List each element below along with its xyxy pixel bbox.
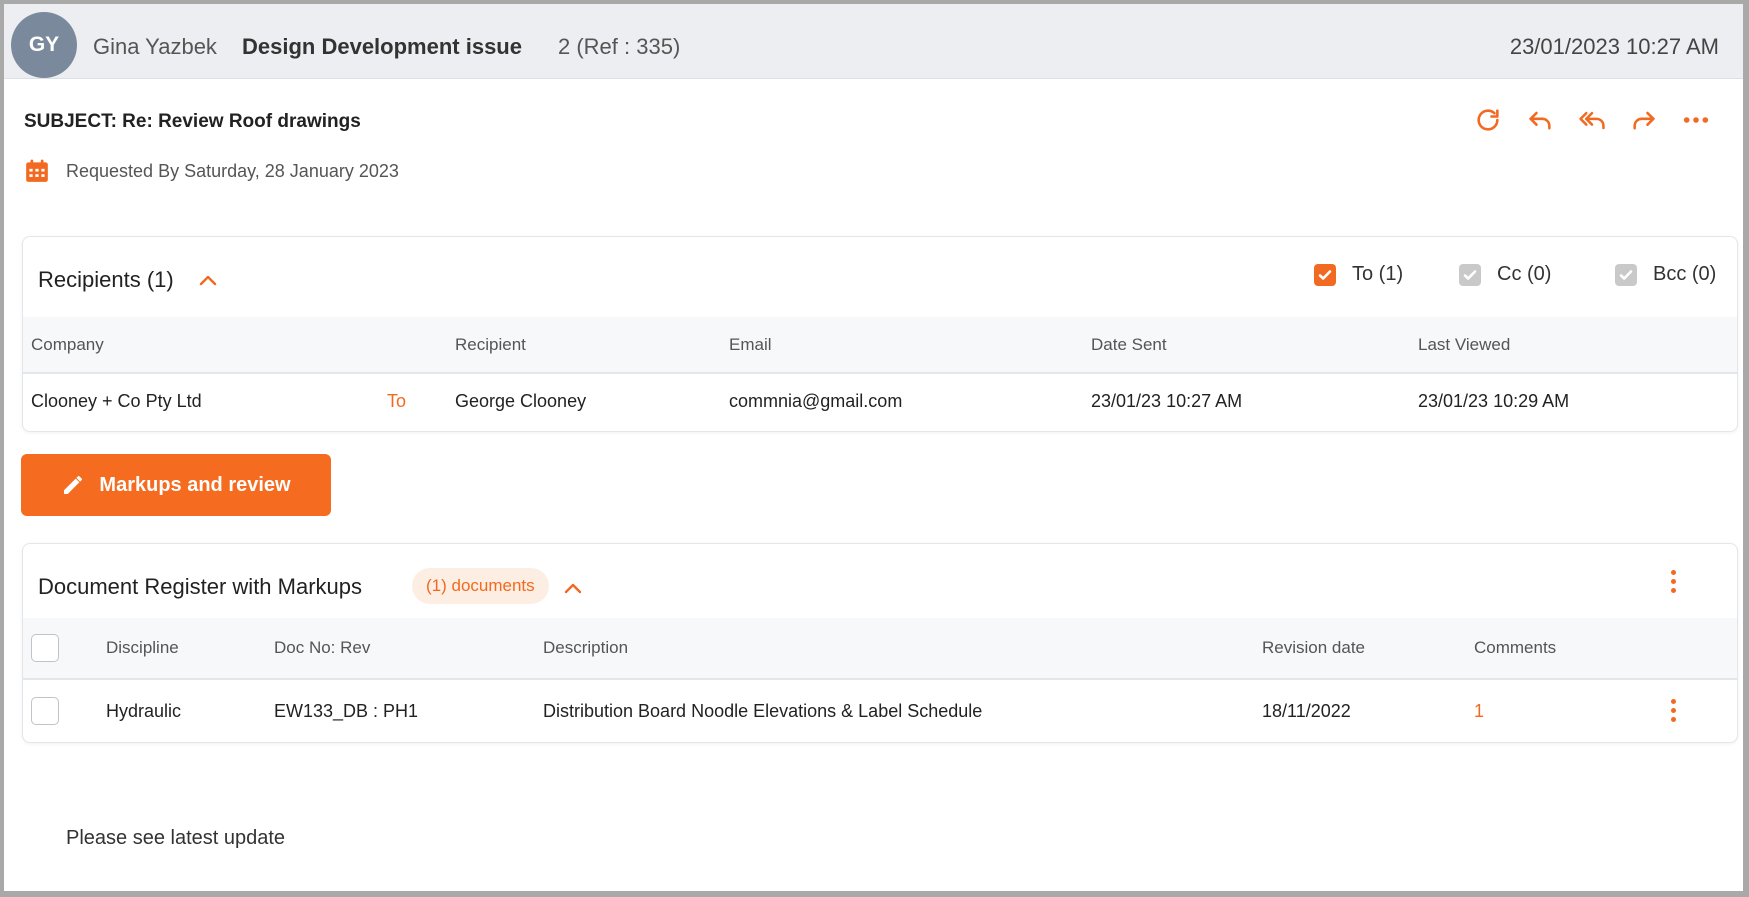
col-discipline[interactable]: Discipline [106, 638, 179, 658]
cc-checkbox[interactable] [1459, 263, 1481, 286]
calendar-icon [26, 159, 48, 182]
more-icon[interactable] [1680, 104, 1712, 136]
recipients-title: Recipients (1) [38, 267, 174, 292]
to-checkbox[interactable] [1314, 263, 1336, 286]
recipient-last-viewed: 23/01/23 10:29 AM [1418, 391, 1570, 411]
message-body: Please see latest update [66, 827, 286, 849]
chevron-up-icon[interactable] [563, 581, 583, 595]
doc-revision-date: 18/11/2022 [1262, 701, 1351, 721]
doc-description: Distribution Board Noodle Elevations & L… [543, 701, 983, 721]
col-revision-date[interactable]: Revision date [1262, 638, 1365, 658]
message-datetime: 23/01/2023 10:27 AM [1509, 34, 1719, 59]
markups-review-button[interactable]: Markups and review [21, 454, 331, 516]
markups-review-label: Markups and review [99, 473, 291, 496]
thread-ref: 2 (Ref : 335) [558, 34, 681, 59]
refresh-icon[interactable] [1472, 104, 1504, 136]
thread-title: Design Development issue [242, 34, 522, 59]
col-last-viewed[interactable]: Last Viewed [1418, 335, 1510, 355]
row-checkbox[interactable] [31, 697, 59, 725]
document-register-menu-icon[interactable] [1669, 570, 1677, 593]
document-register-title: Document Register with Markups [38, 574, 363, 599]
recipient-type-tag: To [387, 391, 407, 411]
doc-comments-count[interactable]: 1 [1474, 701, 1484, 722]
message-header: GY Gina Yazbek Design Development issue … [4, 4, 1743, 79]
filter-cc[interactable]: Cc (0) [1459, 263, 1551, 286]
documents-table-header: Discipline Doc No: Rev Description Revis… [23, 618, 1737, 680]
col-doc-no-rev[interactable]: Doc No: Rev [274, 638, 370, 658]
message-subject: SUBJECT: Re: Review Roof drawings [24, 111, 361, 132]
recipient-company: Clooney + Co Pty Ltd [31, 391, 202, 411]
document-register-panel: Document Register with Markups (1) docum… [22, 543, 1738, 743]
col-company[interactable]: Company [31, 335, 104, 355]
requested-by: Requested By Saturday, 28 January 2023 [24, 158, 399, 184]
forward-icon[interactable] [1628, 104, 1660, 136]
cc-filter-label: Cc (0) [1497, 263, 1552, 285]
doc-discipline: Hydraulic [106, 701, 182, 721]
reply-icon[interactable] [1524, 104, 1556, 136]
filter-bcc[interactable]: Bcc (0) [1615, 263, 1716, 286]
reply-all-icon[interactable] [1576, 104, 1608, 136]
pencil-icon [64, 476, 83, 494]
recipient-email[interactable]: commnia@gmail.com [729, 391, 902, 412]
bcc-checkbox[interactable] [1615, 263, 1637, 286]
documents-count-badge: (1) documents [412, 568, 549, 604]
requested-by-text: Requested By Saturday, 28 January 2023 [66, 160, 399, 181]
recipient-name: George Clooney [455, 391, 587, 411]
recipients-panel: Recipients (1) To (1) Cc (0) Bcc (0) Com… [22, 236, 1738, 432]
doc-number[interactable]: EW133_DB : PH1 [274, 701, 418, 722]
recipient-date-sent: 23/01/23 10:27 AM [1091, 391, 1243, 411]
col-email[interactable]: Email [729, 335, 772, 355]
col-comments[interactable]: Comments [1474, 638, 1556, 658]
to-filter-label: To (1) [1352, 263, 1404, 285]
bcc-filter-label: Bcc (0) [1653, 263, 1717, 285]
chevron-up-icon[interactable] [198, 273, 218, 287]
avatar[interactable]: GY [11, 12, 77, 78]
col-description[interactable]: Description [543, 638, 628, 658]
row-menu-icon[interactable] [1669, 699, 1677, 722]
message-actions [1472, 104, 1712, 136]
col-recipient[interactable]: Recipient [455, 335, 526, 355]
select-all-checkbox[interactable] [31, 634, 59, 662]
col-date-sent[interactable]: Date Sent [1091, 335, 1167, 355]
filter-to[interactable]: To (1) [1314, 263, 1403, 286]
recipients-table-header: Company Recipient Email Date Sent Last V… [23, 317, 1737, 374]
sender-name: Gina Yazbek [93, 34, 217, 59]
message-view: GY Gina Yazbek Design Development issue … [4, 4, 1743, 891]
